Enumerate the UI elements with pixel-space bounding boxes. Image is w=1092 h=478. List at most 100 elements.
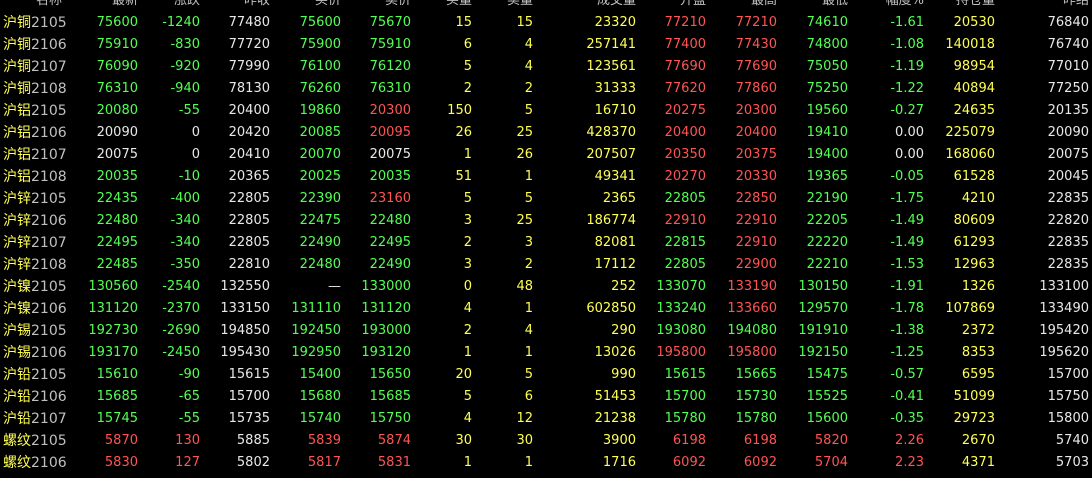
contract-month: 2105 (31, 367, 67, 383)
table-row[interactable]: 沪镍2106 131120 -2370 133150 131110 131120 4 1 602… (0, 298, 1092, 320)
cell-open: 15700 (664, 389, 706, 404)
cell-contract-name[interactable]: 沪铅2107 (0, 408, 68, 430)
table-row[interactable]: 沪铜2106 75910 -830 77720 75900 75910 6 4 257141 77… (0, 34, 1092, 56)
column-header-name[interactable]: 名称 (0, 0, 68, 12)
column-header-pct[interactable]: 幅度% (851, 0, 927, 12)
table-row[interactable]: 沪铝2107 20075 0 20410 20070 20075 1 26 207507 2035… (0, 144, 1092, 166)
cell-contract-name[interactable]: 沪锌2105 (0, 188, 68, 210)
cell-prev-close: 194850 (220, 323, 270, 338)
table-row[interactable]: 沪铅2107 15745 -55 15735 15740 15750 4 12 21238 157… (0, 408, 1092, 430)
cell-prev-close: 77480 (228, 15, 270, 30)
cell-contract-name[interactable]: 沪铜2106 (0, 34, 68, 56)
table-row[interactable]: 沪锌2108 22485 -350 22810 22480 22490 3 2 17112 228… (0, 254, 1092, 276)
cell-open-interest: 225079 (945, 125, 995, 140)
cell-last: 130560 (88, 279, 138, 294)
table-row[interactable]: 螺纹2106 5830 127 5802 5817 5831 1 1 1716 6092 6092 5… (0, 452, 1092, 474)
table-row[interactable]: 沪锌2105 22435 -400 22805 22390 23160 5 5 2365 2280… (0, 188, 1092, 210)
cell-bid-vol: 3 (463, 213, 472, 228)
cell-pct: -0.05 (890, 169, 924, 184)
cell-contract-name[interactable]: 沪铅2105 (0, 364, 68, 386)
cell-prev-close: 22805 (228, 191, 270, 206)
column-header-low[interactable]: 最低 (780, 0, 851, 12)
cell-change: -400 (170, 191, 200, 206)
table-row[interactable]: 沪铅2106 15685 -65 15700 15680 15685 5 6 51453 1570… (0, 386, 1092, 408)
table-row[interactable]: 沪锡2106 193170 -2450 195430 192950 193120 1 1 130… (0, 342, 1092, 364)
cell-contract-name[interactable]: 沪铜2108 (0, 78, 68, 100)
column-header-ask-vol[interactable]: 卖量 (475, 0, 536, 12)
table-row[interactable]: 沪铅2105 15610 -90 15615 15400 15650 20 5 990 15615… (0, 364, 1092, 386)
cell-contract-name[interactable]: 沪镍2105 (0, 276, 68, 298)
cell-high: 133660 (727, 301, 777, 316)
cell-change: -10 (178, 169, 200, 184)
cell-contract-name[interactable]: 沪铜2107 (0, 56, 68, 78)
cell-high: 20400 (735, 125, 777, 140)
contract-symbol: 沪锌 (3, 257, 31, 273)
table-row[interactable]: 沪铜2107 76090 -920 77990 76100 76120 5 4 123561 77… (0, 56, 1092, 78)
column-header-bid[interactable]: 买价 (273, 0, 344, 12)
cell-open-interest: 6595 (961, 367, 995, 382)
column-header-prev-close[interactable]: 昨收 (203, 0, 273, 12)
contract-month: 2105 (31, 323, 67, 339)
column-header-last[interactable]: 最新 (68, 0, 141, 12)
table-row[interactable]: 沪铜2105 75600 -1240 77480 75600 75670 15 15 23320… (0, 12, 1092, 34)
cell-contract-name[interactable]: 沪铝2108 (0, 166, 68, 188)
column-header-open[interactable]: 开盘 (639, 0, 709, 12)
cell-prev-settle: 20135 (1047, 103, 1089, 118)
table-row[interactable]: 螺纹2105 5870 130 5885 5839 5874 30 30 3900 6198 619… (0, 430, 1092, 452)
cell-change: -2690 (162, 323, 200, 338)
cell-contract-name[interactable]: 沪铝2105 (0, 100, 68, 122)
table-row[interactable]: 沪镍2105 130560 -2540 132550 — 133000 0 48 252 1330… (0, 276, 1092, 298)
contract-month: 2106 (31, 125, 67, 141)
cell-prev-settle: 22835 (1047, 235, 1089, 250)
table-row[interactable]: 沪锌2107 22495 -340 22805 22490 22495 2 3 82081 228… (0, 232, 1092, 254)
cell-contract-name[interactable]: 沪锌2106 (0, 210, 68, 232)
cell-contract-name[interactable]: 沪锡2105 (0, 320, 68, 342)
cell-ask-vol: 1 (524, 455, 533, 470)
contract-symbol: 沪铜 (3, 81, 31, 97)
cell-contract-name[interactable]: 螺纹2105 (0, 430, 68, 452)
cell-contract-name[interactable]: 螺纹2106 (0, 452, 68, 474)
table-row[interactable]: 沪铝2108 20035 -10 20365 20025 20035 51 1 49341 202… (0, 166, 1092, 188)
cell-open: 15615 (664, 367, 706, 382)
cell-bid: 22490 (299, 235, 341, 250)
cell-pct: -1.91 (890, 279, 924, 294)
table-row[interactable]: 沪铜2108 76310 -940 78130 76260 76310 2 2 31333 776… (0, 78, 1092, 100)
cell-bid-vol: 15 (455, 15, 472, 30)
cell-volume: 82081 (594, 235, 636, 250)
cell-contract-name[interactable]: 沪铜2105 (0, 12, 68, 34)
cell-bid: 192450 (291, 323, 341, 338)
cell-ask-vol: 2 (524, 81, 533, 96)
contract-symbol: 沪铝 (3, 169, 31, 185)
cell-ask-vol: 26 (516, 147, 533, 162)
column-header-bid-vol[interactable]: 买量 (414, 0, 475, 12)
table-row[interactable]: 沪锌2106 22480 -340 22805 22475 22480 3 25 186774 2… (0, 210, 1092, 232)
cell-open-interest: 80609 (953, 213, 995, 228)
cell-bid-vol: 5 (463, 59, 472, 74)
column-header-volume[interactable]: 成交量 (536, 0, 639, 12)
cell-contract-name[interactable]: 沪锡2106 (0, 342, 68, 364)
cell-high: 20330 (735, 169, 777, 184)
cell-contract-name[interactable]: 沪铅2106 (0, 386, 68, 408)
column-header-prev-settle[interactable]: 昨结 (998, 0, 1092, 12)
table-row[interactable]: 沪铝2105 20080 -55 20400 19860 20300 150 5 16710 20… (0, 100, 1092, 122)
cell-open: 193080 (656, 323, 706, 338)
column-header-open-interest[interactable]: 持仓量 (927, 0, 998, 12)
cell-contract-name[interactable]: 沪铝2107 (0, 144, 68, 166)
cell-contract-name[interactable]: 沪镍2106 (0, 298, 68, 320)
column-header-high[interactable]: 最高 (709, 0, 780, 12)
table-row[interactable]: 沪锡2105 192730 -2690 194850 192450 193000 2 4 290… (0, 320, 1092, 342)
cell-contract-name[interactable]: 沪铝2106 (0, 122, 68, 144)
cell-volume: 13026 (594, 345, 636, 360)
cell-prev-settle: 22820 (1047, 213, 1089, 228)
cell-prev-close: 22805 (228, 235, 270, 250)
cell-low: 75050 (806, 59, 848, 74)
cell-open-interest: 168060 (945, 147, 995, 162)
cell-contract-name[interactable]: 沪锌2107 (0, 232, 68, 254)
cell-pct: -1.08 (890, 37, 924, 52)
column-header-change[interactable]: 涨跌 (141, 0, 203, 12)
table-row[interactable]: 沪铝2106 20090 0 20420 20085 20095 26 25 428370 204… (0, 122, 1092, 144)
cell-ask: 5874 (377, 433, 411, 448)
cell-contract-name[interactable]: 沪锌2108 (0, 254, 68, 276)
column-header-ask[interactable]: 卖价 (344, 0, 414, 12)
cell-low: 15525 (806, 389, 848, 404)
